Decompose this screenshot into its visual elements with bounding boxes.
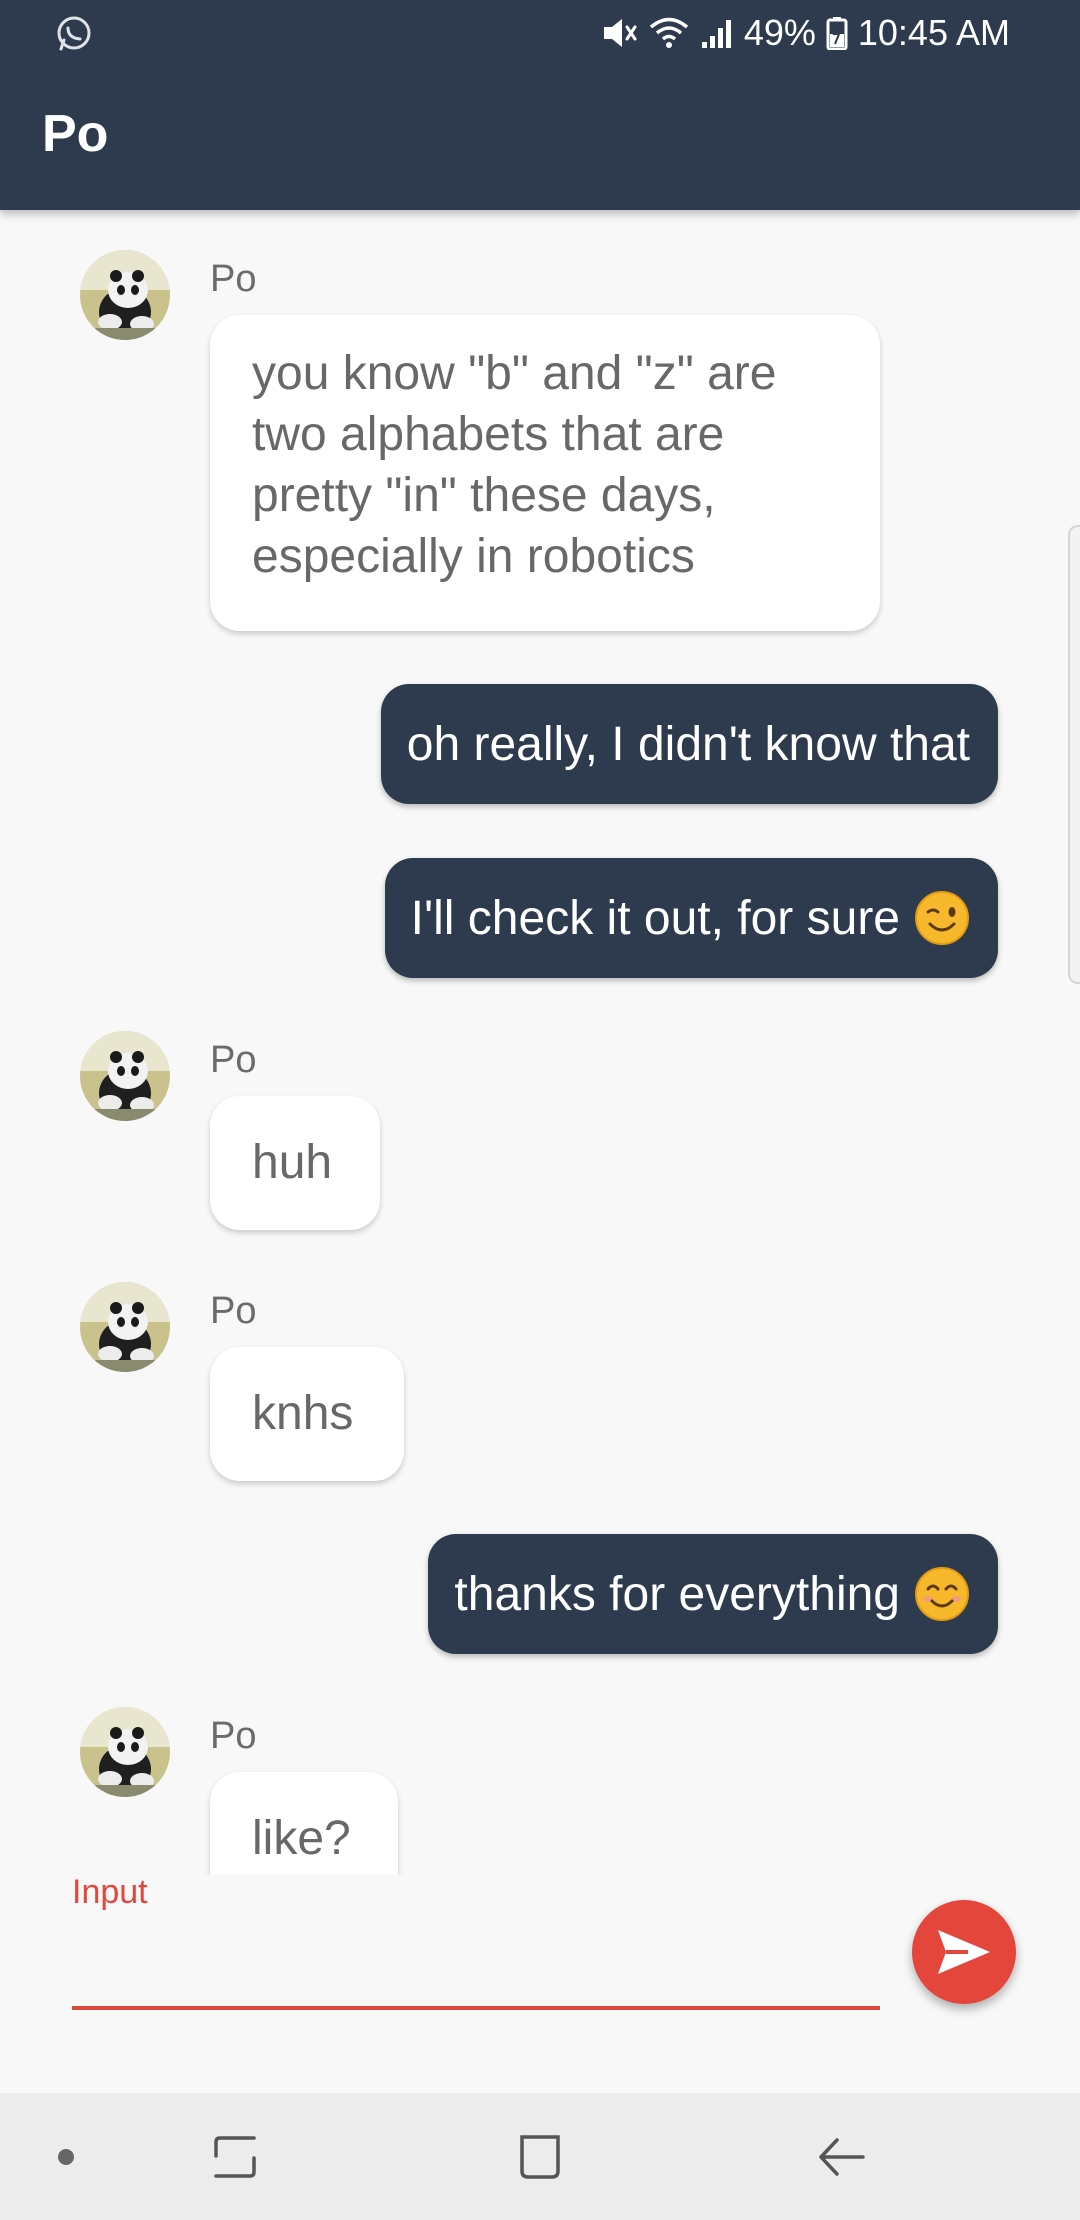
incoming-message[interactable]: huh xyxy=(210,1096,380,1230)
avatar[interactable] xyxy=(80,250,170,340)
recent-apps-icon[interactable] xyxy=(190,2093,280,2220)
message-list[interactable]: Po you know "b" and "z" are two alphabet… xyxy=(0,210,1080,1875)
battery-icon xyxy=(826,16,848,50)
sender-name: Po xyxy=(210,1715,257,1757)
dot-icon[interactable] xyxy=(36,2093,96,2220)
message-text: like? xyxy=(252,1812,351,1865)
sender-name: Po xyxy=(210,258,257,300)
message-text: you know "b" and "z" are two alphabets t… xyxy=(252,347,777,583)
navigation-bar xyxy=(0,2093,1080,2220)
input-label: Input xyxy=(72,1873,148,1911)
avatar[interactable] xyxy=(80,1031,170,1121)
incoming-message[interactable]: knhs xyxy=(210,1347,404,1481)
status-time: 10:45 AM xyxy=(857,12,1010,53)
avatar[interactable] xyxy=(80,1707,170,1797)
message-text: thanks for everything xyxy=(454,1567,900,1621)
mute-icon xyxy=(600,15,638,51)
sender-name: Po xyxy=(210,1290,257,1332)
status-bar-right: 49% 10:45 AM xyxy=(600,8,1020,58)
scroll-indicator[interactable] xyxy=(1068,525,1080,984)
sender-name: Po xyxy=(210,1039,257,1081)
incoming-message[interactable]: like? xyxy=(210,1772,398,1875)
message-text: I'll check it out, for sure xyxy=(410,891,900,945)
send-icon xyxy=(938,1930,990,1974)
whatsapp-icon xyxy=(54,14,94,54)
outgoing-message[interactable]: thanks for everything xyxy=(428,1534,998,1654)
outgoing-message[interactable]: I'll check it out, for sure xyxy=(384,858,998,978)
wink-emoji-icon xyxy=(914,890,970,946)
page-title: Po xyxy=(42,105,109,163)
smile-emoji-icon xyxy=(914,1566,970,1622)
battery-percent: 49% xyxy=(743,12,816,53)
home-icon[interactable] xyxy=(495,2093,585,2220)
message-text: knhs xyxy=(252,1387,354,1440)
outgoing-message[interactable]: oh really, I didn't know that xyxy=(380,684,998,804)
chat-screen: 49% 10:45 AM Po Po you know "b" and "z" … xyxy=(0,0,1080,2220)
avatar[interactable] xyxy=(80,1282,170,1372)
back-icon[interactable] xyxy=(796,2093,886,2220)
wifi-icon xyxy=(648,15,690,51)
top-bar: 49% 10:45 AM Po xyxy=(0,0,1080,210)
message-text: huh xyxy=(252,1136,333,1189)
message-text: oh really, I didn't know that xyxy=(406,717,970,771)
incoming-message[interactable]: you know "b" and "z" are two alphabets t… xyxy=(210,315,880,631)
send-button[interactable] xyxy=(912,1900,1016,2004)
message-input[interactable] xyxy=(72,1920,880,2010)
signal-icon xyxy=(700,16,734,50)
